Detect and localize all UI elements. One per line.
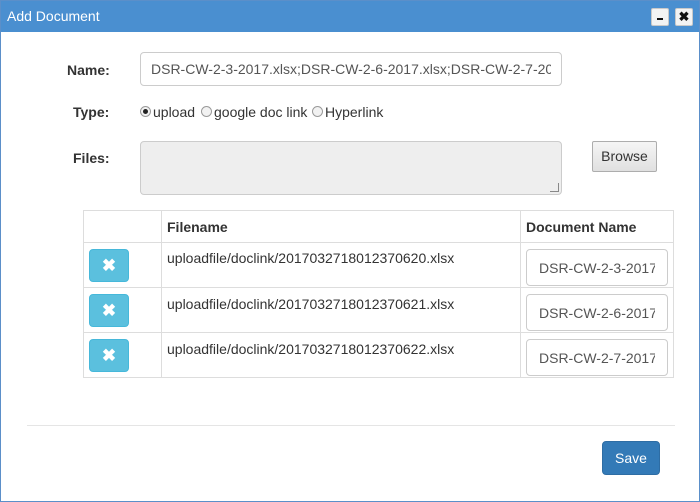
delete-row-button[interactable]: ✖ bbox=[89, 249, 129, 282]
dialog-title: Add Document bbox=[7, 8, 100, 24]
delete-row-button[interactable]: ✖ bbox=[89, 294, 129, 327]
save-button[interactable]: Save bbox=[602, 441, 660, 475]
table-row-divider bbox=[84, 332, 673, 333]
radio-google-doc-link[interactable] bbox=[201, 106, 212, 117]
close-button[interactable]: ✖ bbox=[675, 8, 693, 26]
table-column-divider bbox=[161, 211, 162, 377]
radio-upload[interactable] bbox=[140, 106, 151, 117]
document-name-input[interactable] bbox=[526, 249, 668, 286]
add-document-dialog: Add Document ✖ Name: Type: upload google… bbox=[0, 0, 700, 502]
header-document-name: Document Name bbox=[526, 219, 637, 235]
minimize-icon bbox=[657, 18, 663, 20]
type-option-label: google doc link bbox=[214, 104, 308, 120]
filename-cell: uploadfile/doclink/2017032718012370620.x… bbox=[167, 250, 455, 266]
filename-cell: uploadfile/doclink/2017032718012370622.x… bbox=[167, 341, 455, 357]
files-label: Files: bbox=[73, 150, 110, 166]
times-icon: ✖ bbox=[101, 256, 117, 275]
close-icon: ✖ bbox=[678, 9, 690, 24]
files-table: Filename Document Name ✖ uploadfile/docl… bbox=[83, 210, 674, 378]
table-row-divider bbox=[84, 242, 673, 243]
minimize-button[interactable] bbox=[651, 8, 669, 26]
radio-hyperlink[interactable] bbox=[312, 106, 323, 117]
table-row-divider bbox=[84, 287, 673, 288]
document-name-input[interactable] bbox=[526, 339, 668, 376]
type-option-label: Hyperlink bbox=[325, 104, 384, 120]
resize-grip-icon[interactable] bbox=[550, 183, 559, 192]
delete-row-button[interactable]: ✖ bbox=[89, 339, 129, 372]
type-option-label: upload bbox=[153, 104, 196, 120]
header-filename: Filename bbox=[167, 219, 228, 235]
dialog-titlebar[interactable]: Add Document ✖ bbox=[1, 1, 699, 32]
files-textarea[interactable] bbox=[140, 141, 562, 195]
table-column-divider bbox=[520, 211, 521, 377]
times-icon: ✖ bbox=[101, 301, 117, 320]
type-label: Type: bbox=[73, 104, 110, 120]
document-name-input[interactable] bbox=[526, 294, 668, 331]
filename-cell: uploadfile/doclink/2017032718012370621.x… bbox=[167, 296, 455, 312]
name-label: Name: bbox=[67, 62, 110, 78]
times-icon: ✖ bbox=[101, 346, 117, 365]
name-input[interactable] bbox=[140, 52, 562, 86]
browse-button[interactable]: Browse bbox=[592, 141, 657, 172]
footer-divider bbox=[27, 425, 675, 426]
